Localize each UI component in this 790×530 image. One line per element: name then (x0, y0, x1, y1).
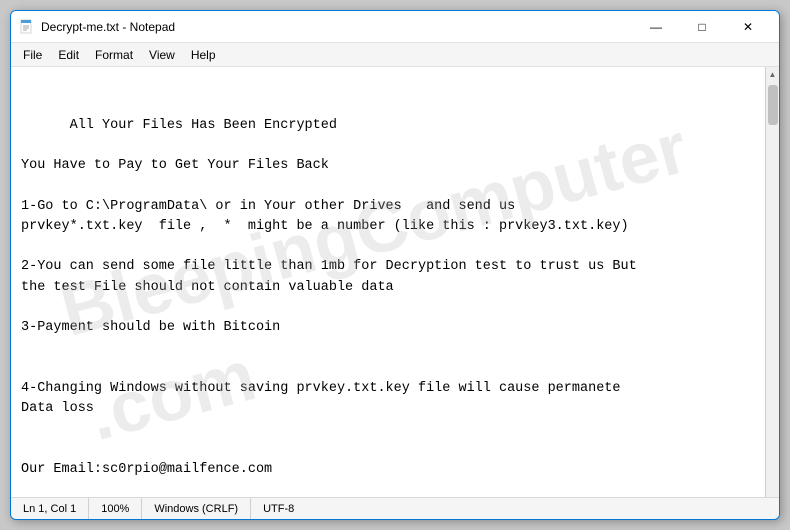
text-editor[interactable]: BleepingComputer.com All Your Files Has … (11, 67, 765, 497)
menu-edit[interactable]: Edit (50, 46, 87, 64)
vertical-scrollbar[interactable]: ▲ (765, 67, 779, 497)
window-title: Decrypt-me.txt - Notepad (41, 20, 633, 34)
menu-view[interactable]: View (141, 46, 183, 64)
status-line-ending: Windows (CRLF) (142, 498, 251, 519)
status-bar: Ln 1, Col 1 100% Windows (CRLF) UTF-8 (11, 497, 779, 519)
menu-bar: File Edit Format View Help (11, 43, 779, 67)
app-icon (19, 19, 35, 35)
status-position: Ln 1, Col 1 (19, 498, 89, 519)
close-button[interactable]: ✕ (725, 11, 771, 43)
maximize-button[interactable]: □ (679, 11, 725, 43)
status-zoom: 100% (89, 498, 142, 519)
menu-file[interactable]: File (15, 46, 50, 64)
minimize-button[interactable]: — (633, 11, 679, 43)
scroll-up-arrow[interactable]: ▲ (766, 67, 780, 81)
window-controls: — □ ✕ (633, 11, 771, 43)
scroll-thumb[interactable] (768, 85, 778, 125)
notepad-window: Decrypt-me.txt - Notepad — □ ✕ File Edit… (10, 10, 780, 520)
menu-help[interactable]: Help (183, 46, 224, 64)
editor-area: BleepingComputer.com All Your Files Has … (11, 67, 779, 497)
editor-text: All Your Files Has Been Encrypted You Ha… (21, 118, 637, 498)
title-bar: Decrypt-me.txt - Notepad — □ ✕ (11, 11, 779, 43)
status-encoding: UTF-8 (251, 498, 306, 519)
menu-format[interactable]: Format (87, 46, 141, 64)
